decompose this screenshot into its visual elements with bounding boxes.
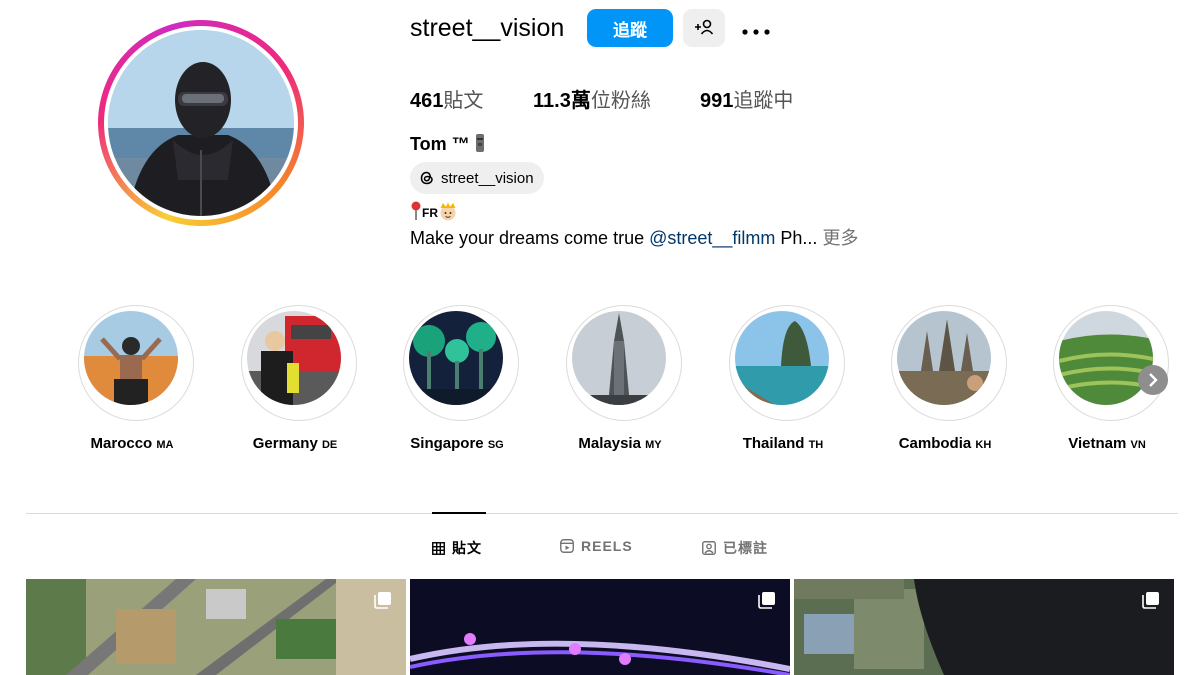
moai-emoji-icon: [475, 134, 484, 152]
highlight-germany-code: DE: [321, 439, 338, 451]
highlight-singapore-code: SG: [487, 439, 504, 451]
profile-username: street__vision: [410, 14, 565, 42]
highlight-cambodia[interactable]: Cambodia KH: [891, 305, 1007, 452]
highlight-vietnam-code: VN: [1130, 439, 1146, 451]
highlight-singapore-cover: [409, 311, 503, 405]
pin-emoji-icon: [411, 201, 421, 220]
display-name-text: Tom ™: [410, 134, 470, 154]
threads-link[interactable]: street__vision: [410, 162, 544, 194]
tagged-icon: [702, 541, 716, 555]
highlight-singapore[interactable]: Singapore SG: [403, 305, 519, 452]
posts-count: 461貼文: [410, 84, 483, 113]
post-tile[interactable]: [794, 579, 1174, 675]
carousel-icon: [374, 592, 391, 609]
active-tab-indicator: [432, 512, 486, 514]
highlight-vietnam-cover: [1059, 311, 1153, 405]
posts-count-value: 461: [410, 90, 444, 112]
post-tile[interactable]: [26, 579, 406, 675]
post-thumbnail: [794, 579, 1174, 675]
threads-handle: street__vision: [441, 169, 534, 187]
bio-text-main: Make your dreams come true: [410, 228, 650, 248]
tab-reels[interactable]: REELS: [560, 538, 633, 554]
followers-count[interactable]: 11.3萬位粉絲: [533, 84, 651, 113]
bio-text: Make your dreams come true @street__film…: [410, 224, 858, 250]
carousel-icon: [1142, 592, 1159, 609]
highlight-germany-label: Germany: [252, 435, 318, 452]
follow-button[interactable]: 追蹤: [587, 9, 673, 47]
grid-icon: [432, 541, 445, 555]
posts-count-label: 貼文: [443, 90, 484, 112]
avatar-photo: [108, 30, 294, 216]
tab-reels-label: REELS: [581, 538, 633, 554]
display-name: Tom ™: [410, 133, 485, 155]
highlight-marocco[interactable]: Marocco MA: [78, 305, 194, 452]
following-count[interactable]: 991追蹤中: [700, 84, 793, 113]
bio-more-link[interactable]: 更多: [822, 228, 858, 248]
bio-emoji-line: FR: [410, 201, 458, 221]
tab-tagged[interactable]: 已標註: [702, 538, 768, 558]
highlight-vietnam-label: Vietnam: [1068, 435, 1127, 452]
highlight-germany[interactable]: Germany DE: [241, 305, 357, 452]
highlight-thailand-cover: [735, 311, 829, 405]
following-count-value: 991: [700, 90, 734, 112]
highlight-malaysia-cover: [572, 311, 666, 405]
post-tile[interactable]: [410, 579, 790, 675]
post-thumbnail: [410, 579, 790, 675]
tab-tagged-label: 已標註: [723, 540, 768, 556]
following-count-label: 追蹤中: [733, 90, 794, 112]
add-person-icon: [695, 19, 714, 35]
threads-icon: [420, 171, 433, 185]
bio-text-tail: Ph...: [775, 228, 818, 248]
tab-posts-label: 貼文: [452, 540, 482, 556]
avatar[interactable]: [108, 30, 294, 216]
highlight-thailand-code: TH: [808, 439, 824, 451]
highlight-thailand[interactable]: Thailand TH: [729, 305, 845, 452]
reels-icon: [560, 539, 574, 553]
highlight-singapore-label: Singapore: [410, 435, 484, 452]
suggested-accounts-button[interactable]: [683, 9, 725, 47]
highlight-malaysia-code: MY: [645, 439, 662, 451]
ellipsis-icon: [742, 29, 770, 35]
highlight-cambodia-label: Cambodia: [898, 435, 972, 452]
highlight-germany-cover: [247, 311, 341, 405]
bio-country-code: FR: [422, 206, 438, 220]
highlights-next-button[interactable]: [1138, 365, 1168, 395]
carousel-icon: [758, 592, 775, 609]
highlight-marocco-label: Marocco: [90, 435, 153, 452]
king-emoji-icon: [440, 202, 456, 221]
tab-posts[interactable]: 貼文: [432, 538, 482, 558]
highlight-marocco-code: MA: [156, 439, 174, 451]
highlight-cambodia-code: KH: [975, 439, 992, 451]
highlight-marocco-cover: [84, 311, 178, 405]
highlight-cambodia-cover: [897, 311, 991, 405]
tabs-divider: [26, 513, 1178, 514]
post-thumbnail: [26, 579, 406, 675]
chevron-right-icon: [1149, 373, 1158, 387]
highlight-malaysia[interactable]: Malaysia MY: [566, 305, 682, 452]
followers-count-label: 位粉絲: [590, 90, 651, 112]
followers-count-value: 11.3萬: [533, 90, 591, 112]
bio-mention-link[interactable]: @street__filmm: [649, 228, 775, 248]
more-options-button[interactable]: [736, 12, 772, 44]
highlight-malaysia-label: Malaysia: [578, 435, 641, 452]
highlight-thailand-label: Thailand: [742, 435, 805, 452]
